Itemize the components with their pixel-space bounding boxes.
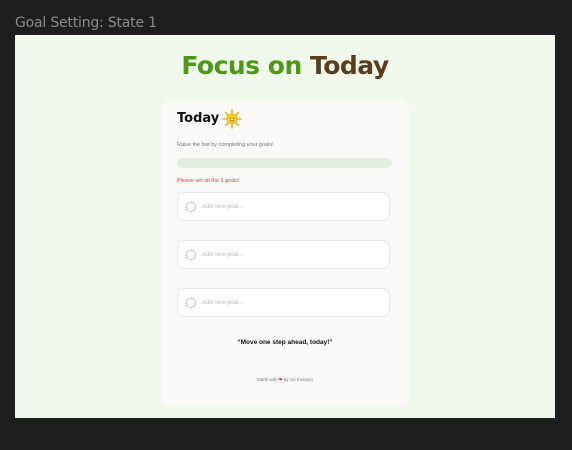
error-message: Please set all the 3 goals! [177, 178, 240, 184]
goals-card: Today Raise the bar by completing your g… [161, 101, 409, 405]
page-title: Focus on Today [15, 51, 555, 80]
goal-checkbox-1[interactable] [186, 202, 196, 212]
motivational-quote: “Move one step ahead, today!” [237, 339, 333, 346]
goal-input-1[interactable] [202, 201, 382, 213]
heart-icon: ❤ [278, 377, 283, 382]
goal-checkbox-3[interactable] [186, 298, 196, 308]
progress-bar [177, 158, 392, 168]
footer-suffix: by Jul Kostyun [283, 377, 314, 382]
sun-icon [222, 109, 242, 129]
goal-checkbox-2[interactable] [186, 250, 196, 260]
goal-row-2 [177, 240, 390, 269]
card-title: Today [177, 111, 220, 126]
footer-credit: Made with ❤ by Jul Kostyun [161, 377, 409, 383]
goal-setting-frame: Focus on Today Today Raise the bar by co… [15, 35, 555, 418]
frame-label: Goal Setting: State 1 [15, 15, 157, 31]
page-title-focus: Focus on [181, 51, 302, 80]
goal-row-1 [177, 192, 390, 221]
goal-input-3[interactable] [202, 297, 382, 309]
goal-row-3 [177, 288, 390, 317]
card-subtitle: Raise the bar by completing your goals! [177, 142, 274, 148]
footer-prefix: Made with [256, 377, 278, 382]
page-title-today: Today [309, 51, 389, 80]
goal-input-2[interactable] [202, 249, 382, 261]
